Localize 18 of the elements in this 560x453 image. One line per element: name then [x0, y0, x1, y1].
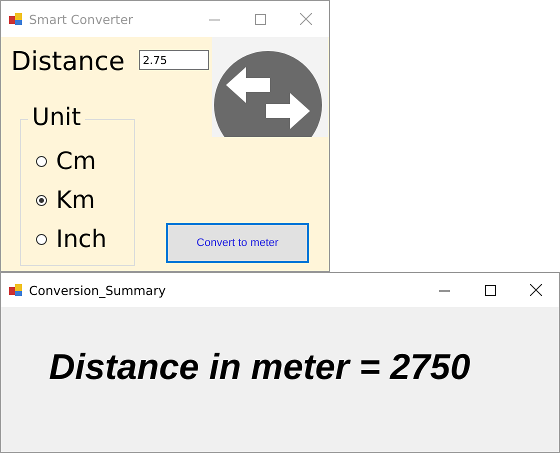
window-title: Conversion_Summary: [29, 282, 167, 298]
result-text: Distance in meter = 2750: [49, 346, 470, 388]
maximize-icon: [484, 284, 496, 296]
radio-label: Inch: [56, 225, 107, 253]
distance-label: Distance: [11, 47, 125, 77]
app-icon: [9, 12, 23, 26]
maximize-icon: [254, 14, 266, 24]
app-icon: [9, 283, 23, 297]
close-icon: [300, 13, 312, 25]
radio-label: Km: [56, 186, 96, 214]
distance-input[interactable]: 2.75: [138, 50, 209, 70]
window-title: Smart Converter: [29, 12, 134, 26]
convert-button[interactable]: Convert to meter: [166, 223, 309, 263]
radio-label: Cm: [56, 147, 96, 175]
close-icon: [530, 284, 542, 296]
radio-button[interactable]: [36, 234, 47, 244]
radio-button[interactable]: [36, 156, 47, 166]
radio-button[interactable]: [36, 194, 47, 206]
